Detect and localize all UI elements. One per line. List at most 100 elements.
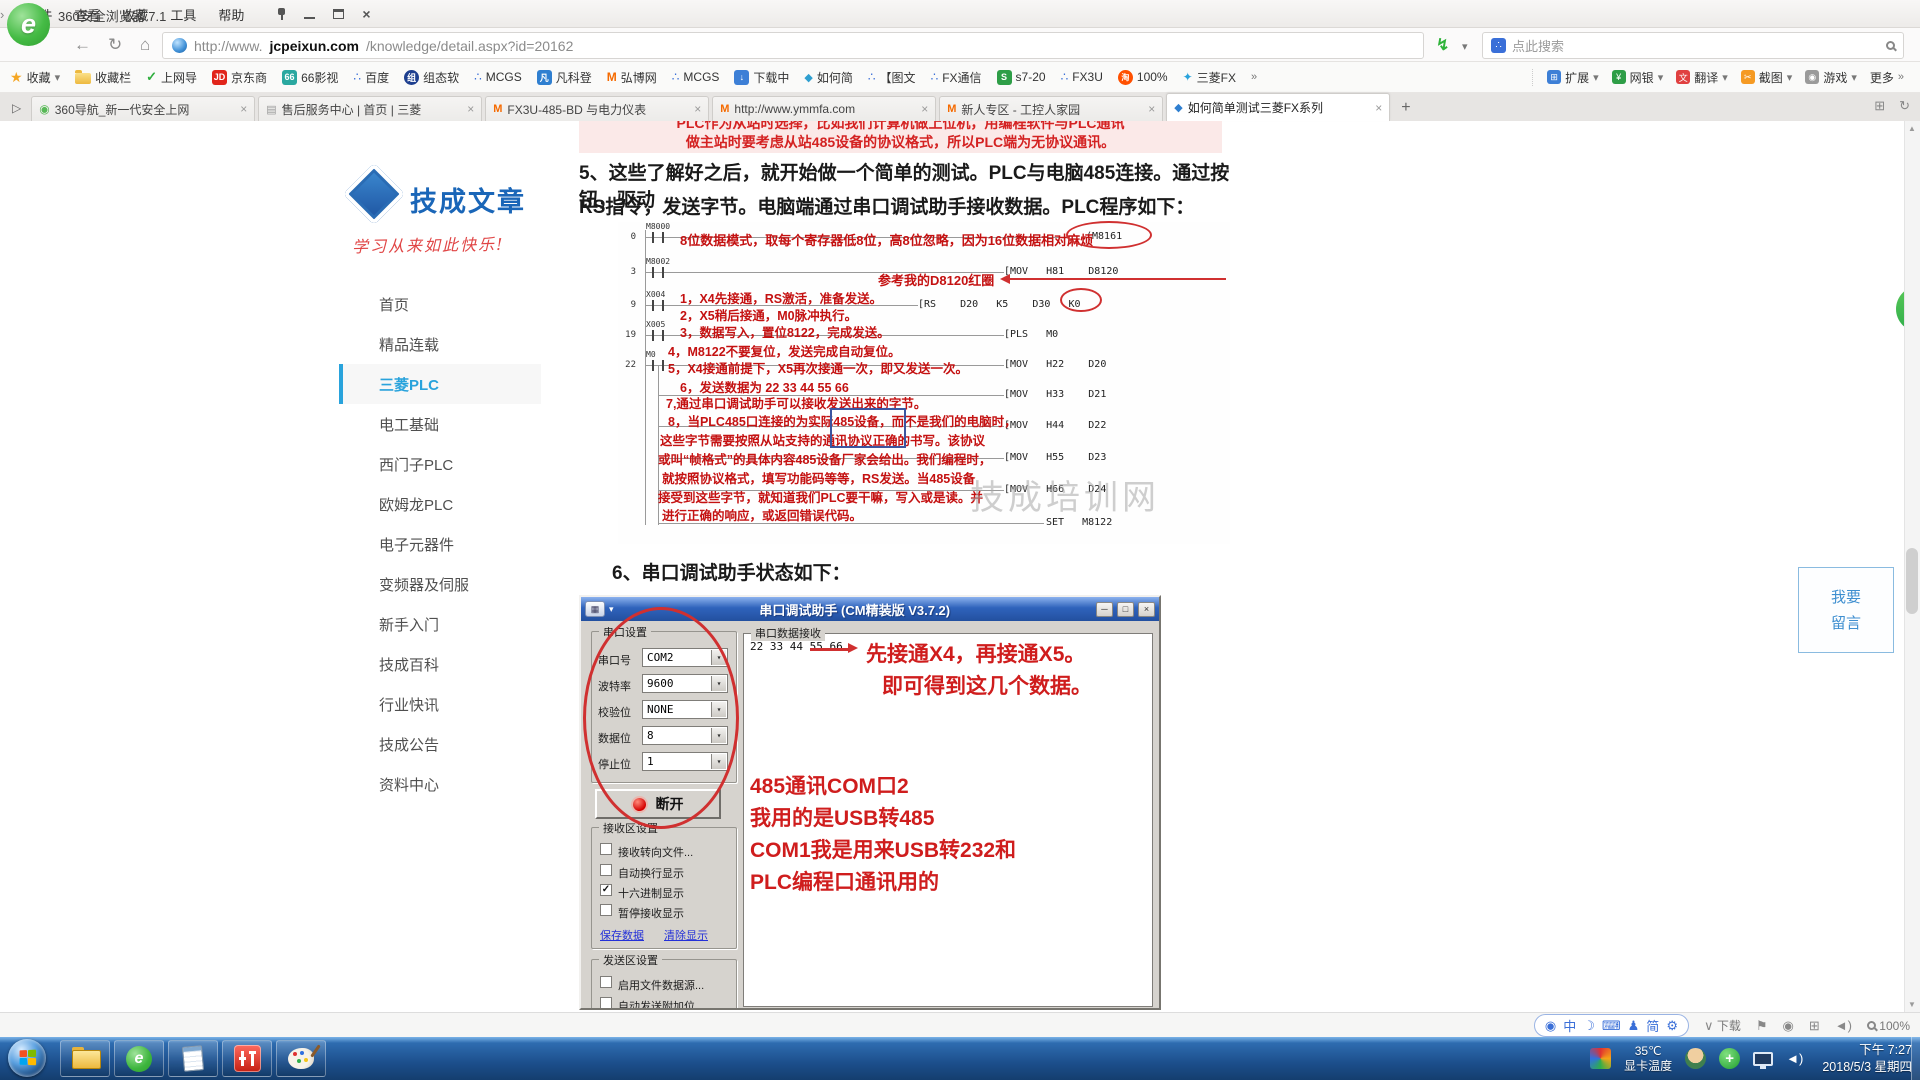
ime-lang[interactable]: 中 [1563,1016,1576,1035]
tab-ymmfa[interactable]: Mhttp://www.ymmfa.com× [712,96,936,121]
toolbar-games[interactable]: ◉游戏▾ [1805,69,1857,86]
maximize-icon[interactable] [333,9,344,19]
home-icon[interactable]: ⌂ [140,35,150,55]
bookmark-item[interactable]: ✓上网导 [146,69,197,86]
menu-chevron-icon[interactable]: › [0,7,4,22]
search-icon[interactable] [1886,41,1895,50]
toolbar-screenshot[interactable]: ✂截图▾ [1741,69,1793,86]
sidebar-item-mitsubishi-plc[interactable]: 三菱PLC [339,364,541,404]
toolbar-extensions[interactable]: ⊞扩展▾ [1547,69,1599,86]
ime-keyboard-icon[interactable]: ⌨ [1602,1018,1621,1034]
ime-gear-icon[interactable]: ⚙ [1666,1018,1678,1034]
360-safe-tray-icon[interactable]: + [1719,1048,1740,1069]
bookmark-item[interactable]: ∴FX3U [1061,70,1103,84]
ime-toolbar[interactable]: ◉ 中 ☽ ⌨ ♟ 简 ⚙ [1534,1014,1689,1037]
url-input[interactable]: http://www.jcpeixun.com/knowledge/detail… [162,32,1424,59]
sidebar-item-inverter[interactable]: 变频器及伺服 [339,564,541,604]
tab-service[interactable]: ▤售后服务中心 | 首页 | 三菱× [258,96,482,121]
tab-active-article[interactable]: ◆如何简单测试三菱FX系列× [1166,93,1390,121]
bookmarks-overflow-icon[interactable]: » [1251,71,1257,83]
bookmark-item[interactable]: ↓下载中 [734,69,789,86]
tab-close-icon[interactable]: × [1375,101,1382,115]
taskbar-clock[interactable]: 下午 7:272018/5/3 星期四 [1822,1042,1912,1076]
tab-close-icon[interactable]: × [921,102,928,116]
browser-360-logo-icon[interactable]: e [7,3,50,46]
tab-close-icon[interactable]: × [1148,102,1155,116]
tab-layout-icon[interactable]: ⊞ [1874,98,1885,114]
browser-medal-icon[interactable]: ◉ [1783,1018,1794,1034]
mute-speaker-icon[interactable]: ◄) [1835,1018,1852,1033]
bookmark-item[interactable]: M弘博网 [607,69,657,86]
menu-help[interactable]: 帮助 [218,5,244,24]
gpu-temperature[interactable]: 35℃显卡温度 [1624,1044,1672,1074]
bookmark-item[interactable]: 凡凡科登 [537,69,592,86]
toolbar-more[interactable]: 更多» [1870,69,1904,86]
ime-moon-icon[interactable]: ☽ [1583,1018,1595,1034]
scroll-up-icon[interactable]: ▲ [1908,124,1916,133]
tab-fx3u485[interactable]: MFX3U-485-BD 与电力仪表× [485,96,709,121]
sidebar-item-home[interactable]: 首页 [339,284,541,324]
bookmark-item[interactable]: 6666影视 [282,69,338,86]
bookmark-item[interactable]: ✦三菱FX [1183,69,1236,86]
feedback-button[interactable]: 我要留言 [1798,567,1894,653]
taskbar-360browser-button[interactable]: e [114,1040,164,1077]
url-dropdown-icon[interactable]: ▾ [1462,40,1468,53]
sidebar-item-news[interactable]: 行业快讯 [339,684,541,724]
sidebar-item-series[interactable]: 精品连载 [339,324,541,364]
sidebar-item-components[interactable]: 电子元器件 [339,524,541,564]
bookmark-item[interactable]: JD京东商 [212,69,267,86]
download-status[interactable]: ∨ 下载 [1704,1017,1741,1034]
start-button[interactable] [8,1039,46,1077]
taskbar-notepad-button[interactable] [168,1040,218,1077]
bookmark-item[interactable]: ∴MCGS [474,70,522,84]
sidebar-item-omron-plc[interactable]: 欧姆龙PLC [339,484,541,524]
bookmark-item[interactable]: ∴MCGS [672,70,720,84]
toolbar-bank[interactable]: ¥网银▾ [1612,69,1664,86]
tab-close-icon[interactable]: × [467,102,474,116]
sidebar-item-wiki[interactable]: 技成百科 [339,644,541,684]
volume-tray-icon[interactable]: ◄) [1786,1051,1803,1066]
sidebar-item-announcement[interactable]: 技成公告 [339,724,541,764]
window-layout-icon[interactable]: ⊞ [1809,1018,1820,1034]
bookmark-item[interactable]: ∴百度 [353,69,389,86]
pin-window-icon[interactable] [276,8,286,20]
gpu-tray-icon[interactable] [1590,1048,1611,1069]
toolbar-translate[interactable]: 文翻译▾ [1676,69,1728,86]
scrollbar-thumb[interactable] [1906,548,1918,614]
tab-360nav[interactable]: ◉360导航_新一代安全上网× [31,96,255,121]
bookmark-item[interactable]: ◆如何简 [804,69,852,86]
taskbar-paint-button[interactable] [276,1040,326,1077]
sidebar-item-resources[interactable]: 资料中心 [339,764,541,804]
close-icon[interactable]: × [362,9,370,19]
new-tab-icon[interactable]: + [1401,99,1410,117]
sidebar-item-beginner[interactable]: 新手入门 [339,604,541,644]
sidebar-item-electrician[interactable]: 电工基础 [339,404,541,444]
bookmark-item[interactable]: 组组态软 [404,69,459,86]
bookmark-item[interactable]: 淘100% [1118,70,1168,85]
flag-icon[interactable]: ⚑ [1756,1018,1768,1034]
refresh-icon[interactable]: ↻ [108,35,122,55]
bookmark-item[interactable]: Ss7-20 [997,70,1046,85]
sidebar-item-siemens-plc[interactable]: 西门子PLC [339,444,541,484]
scroll-down-icon[interactable]: ▼ [1908,1000,1916,1009]
minimize-icon[interactable] [304,9,315,19]
ime-simplified[interactable]: 简 [1646,1016,1659,1035]
worker-tray-icon[interactable] [1685,1048,1706,1069]
tab-close-icon[interactable]: × [240,102,247,116]
tab-newbie[interactable]: M新人专区 - 工控人家园× [939,96,1163,121]
bookmark-item[interactable]: ∴FX通信 [931,69,982,86]
taskbar-gxworks-button[interactable] [222,1040,272,1077]
bookmark-favorites[interactable]: ★收藏▾ [10,69,60,86]
network-tray-icon[interactable] [1753,1052,1773,1066]
speed-bolt-icon[interactable]: ↯ [1436,35,1449,55]
ime-person-icon[interactable]: ♟ [1628,1018,1640,1034]
menu-tools[interactable]: 工具 [170,5,196,24]
taskbar-explorer-button[interactable] [60,1040,110,1077]
tab-refresh-icon[interactable]: ↻ [1899,98,1910,114]
show-desktop-button[interactable] [1911,1037,1920,1080]
tab-close-icon[interactable]: × [694,102,701,116]
search-input[interactable]: ∴ 点此搜索 [1482,32,1904,59]
page-zoom[interactable]: 100% [1867,1019,1910,1033]
bookmark-item[interactable]: ∴【图文 [868,69,916,86]
bookmark-folder[interactable]: 收藏栏 [75,69,131,86]
